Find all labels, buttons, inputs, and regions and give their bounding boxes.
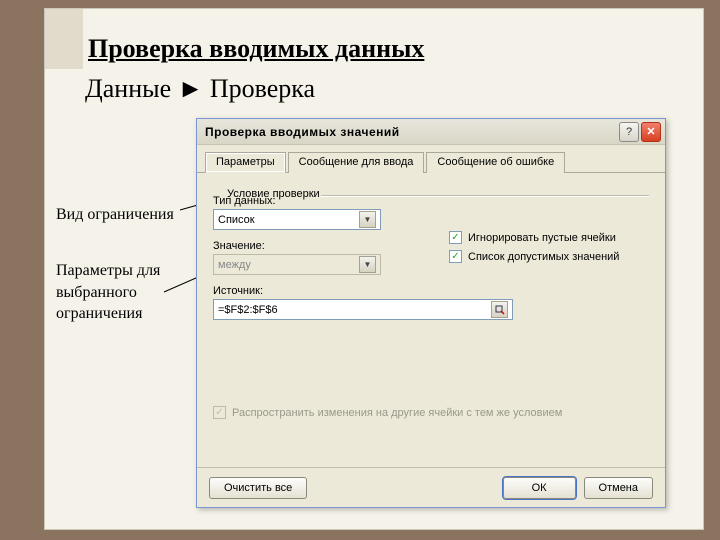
source-value: =$F$2:$F$6 (218, 304, 278, 316)
chevron-down-icon: ▼ (359, 256, 376, 273)
dialog-titlebar: Проверка вводимых значений ? ✕ (197, 119, 665, 145)
data-validation-dialog: Проверка вводимых значений ? ✕ Параметры… (196, 118, 666, 508)
checkbox-in-cell-dropdown[interactable]: ✓ Список допустимых значений (449, 250, 659, 263)
checkbox-ignore-blank[interactable]: ✓ Игнорировать пустые ячейки (449, 231, 659, 244)
source-label: Источник: (213, 285, 649, 297)
type-value: Список (218, 214, 255, 226)
dialog-button-row: Очистить все ОК Отмена (197, 467, 665, 507)
validation-condition-group: Условие проверки Тип данных: Список ▼ Зн… (213, 195, 649, 320)
slide-breadcrumb: Данные ► Проверка (85, 74, 315, 104)
checkbox-icon: ✓ (449, 231, 462, 244)
dialog-title: Проверка вводимых значений (205, 125, 617, 139)
checkbox-icon: ✓ (213, 406, 226, 419)
annotation-constraint-params: Параметры для выбранного ограничения (56, 260, 160, 325)
checkbox-label: Список допустимых значений (468, 251, 619, 263)
clear-all-button[interactable]: Очистить все (209, 477, 307, 499)
chevron-down-icon: ▼ (359, 211, 376, 228)
tab-parameters[interactable]: Параметры (205, 152, 286, 173)
tab-strip: Параметры Сообщение для ввода Сообщение … (197, 145, 665, 173)
range-picker-icon[interactable] (491, 301, 508, 318)
annotation-constraint-type: Вид ограничения (56, 204, 174, 226)
help-button[interactable]: ? (619, 122, 639, 142)
slide-accent (45, 9, 83, 69)
type-label: Тип данных: (213, 195, 649, 207)
options-column: ✓ Игнорировать пустые ячейки ✓ Список до… (449, 231, 659, 269)
checkbox-label: Игнорировать пустые ячейки (468, 232, 616, 244)
source-input[interactable]: =$F$2:$F$6 (213, 299, 513, 320)
checkbox-propagate: ✓ Распространить изменения на другие яче… (213, 406, 562, 419)
checkbox-icon: ✓ (449, 250, 462, 263)
slide-title: Проверка вводимых данных (88, 34, 424, 64)
value-select: между ▼ (213, 254, 381, 275)
type-select[interactable]: Список ▼ (213, 209, 381, 230)
cancel-button[interactable]: Отмена (584, 477, 653, 499)
propagate-label: Распространить изменения на другие ячейк… (232, 407, 562, 419)
tab-body: Условие проверки Тип данных: Список ▼ Зн… (197, 173, 665, 473)
tab-error-message[interactable]: Сообщение об ошибке (426, 152, 565, 173)
close-button[interactable]: ✕ (641, 122, 661, 142)
value-value: между (218, 259, 251, 271)
ok-button[interactable]: ОК (503, 477, 576, 499)
tab-input-message[interactable]: Сообщение для ввода (288, 152, 425, 173)
